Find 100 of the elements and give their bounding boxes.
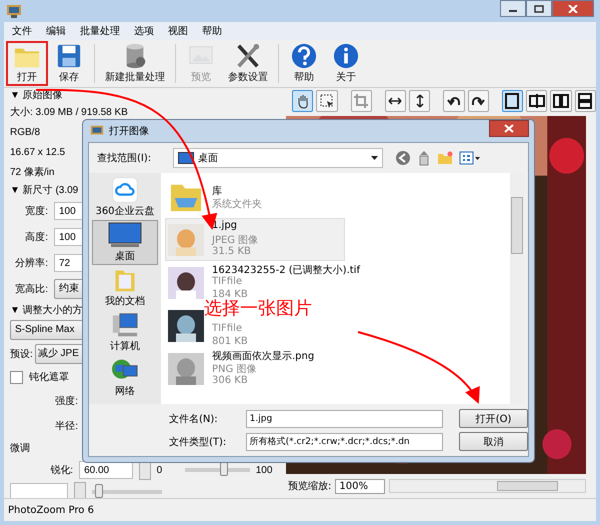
minimize-button[interactable] [500, 0, 526, 17]
zoom-dropdown[interactable]: 100% [335, 478, 385, 494]
help-icon [289, 43, 319, 69]
toolbar-button[interactable]: 关于 [325, 41, 367, 86]
toolbar-button[interactable]: 保存 [48, 41, 90, 86]
up-folder-icon[interactable] [417, 150, 431, 166]
field-label: 文件类型(T): [169, 436, 228, 448]
toolbar-button[interactable]: 帮助 [283, 41, 325, 86]
input-field[interactable]: 60.00 [79, 461, 134, 479]
file-name: 1623423255-2 (已调整大小).tif [212, 264, 360, 276]
close-icon [504, 124, 514, 133]
single-view-icon [504, 93, 520, 109]
dimensions-text: 16.67 x 12.5 [10, 146, 66, 158]
file-type: TIFfile [212, 323, 244, 336]
file-name: 视频画面依次显示.png [212, 350, 314, 362]
caret-icon [371, 156, 378, 160]
split-view-icon [528, 93, 545, 109]
file-size: 31.5 KB [212, 246, 252, 259]
file-size: 801 KB [212, 336, 248, 349]
file-size: 184 KB [212, 289, 249, 300]
menu-item[interactable]: 批量处理 [80, 24, 120, 38]
field-label: 预设: [10, 348, 33, 361]
stacked-view-icon [577, 93, 594, 109]
file-type-dropdown[interactable]: 所有格式(*.cr2;*.crw;*.dcr;*.dcs;*.dn [246, 432, 444, 450]
menu-item[interactable]: 编辑 [46, 24, 66, 38]
monitor-icon [108, 222, 142, 248]
toolbar-button[interactable]: 参数设置 [222, 41, 274, 86]
tool-button[interactable] [574, 90, 596, 112]
field-label: 强度: [54, 394, 78, 408]
file-size-text: 大小: 3.09 MB / 919.58 KB [10, 106, 128, 119]
selection-icon [318, 93, 335, 109]
field-label: 分辨率: [14, 256, 48, 270]
menu-item[interactable]: 选项 [134, 24, 154, 38]
slider-min-label: 0 [156, 464, 164, 476]
slider-thumb[interactable] [220, 462, 228, 476]
tool-button[interactable] [550, 90, 572, 112]
file-item[interactable]: 1.jpg JPEG 图像 31.5 KB [165, 218, 345, 261]
file-name: 库 [212, 184, 223, 196]
back-icon[interactable] [395, 150, 411, 166]
checkbox[interactable] [10, 370, 23, 384]
maximize-button[interactable] [526, 0, 552, 17]
tool-button[interactable] [316, 90, 338, 112]
file-type: PNG 图像 [212, 363, 258, 375]
maximize-icon [534, 4, 544, 12]
close-button[interactable] [552, 0, 594, 17]
tool-button[interactable] [292, 90, 314, 112]
group-label: 微调 [10, 442, 30, 455]
cancel-button[interactable]: 取消 [459, 432, 528, 451]
view-menu-icon[interactable] [459, 151, 481, 165]
field-label: 宽度: [24, 204, 48, 218]
field-label: 宽高比: [14, 282, 48, 296]
field-label: 文件名(N): [169, 412, 219, 426]
section-header[interactable]: ▼ 新尺寸 (3.09 [10, 183, 78, 197]
open-button[interactable]: 打开(O) [459, 409, 528, 428]
tool-button[interactable] [502, 90, 524, 112]
tool-button[interactable] [409, 90, 430, 112]
tool-button[interactable] [384, 90, 406, 112]
annotation-text: 选择一张图片 [204, 300, 312, 318]
toolbar-button[interactable]: 新建批量处理 [99, 41, 171, 86]
scrollbar[interactable] [388, 479, 586, 493]
menu-item[interactable]: 帮助 [202, 24, 222, 38]
tool-button[interactable] [526, 90, 548, 112]
file-item[interactable]: 库 系统文件夹 [165, 175, 345, 218]
info-icon [331, 43, 361, 69]
menu-item[interactable]: 文件 [12, 24, 32, 38]
file-type: 系统文件夹 [212, 198, 262, 210]
checkbox-label: 钝化遮罩 [29, 370, 69, 384]
dialog-title: 打开图像 [109, 124, 149, 138]
file-type: JPEG 图像 [212, 234, 258, 246]
section-header[interactable]: ▼ 原始图像 [10, 88, 63, 102]
monitor-icon [178, 152, 194, 164]
tool-button[interactable] [443, 90, 465, 112]
resolution-text: 72 像素/in [10, 166, 54, 179]
crop-icon [353, 93, 370, 109]
section-header[interactable]: ▼ 调整大小的方 [10, 303, 83, 317]
file-name-field[interactable]: 1.jpg [246, 410, 444, 428]
zoom-label: 预览缩放: [288, 480, 332, 493]
location-dropdown[interactable]: 桌面 [173, 148, 383, 168]
color-mode-text: RGB/8 [10, 126, 40, 138]
status-text: PhotoZoom Pro 6 [8, 504, 94, 516]
slider-thumb[interactable] [95, 484, 103, 498]
file-type: TIFfile [212, 276, 244, 289]
app-icon [6, 3, 22, 19]
field-label: 高度: [24, 230, 48, 244]
field-label: 锐化: [49, 464, 74, 477]
file-name: 1.jpg [212, 220, 238, 233]
tool-button[interactable] [468, 90, 489, 112]
field-label: 半径: [54, 420, 78, 433]
toolbar-button[interactable]: 打开 [6, 41, 48, 86]
place-item[interactable]: 360企业云盘 [92, 175, 158, 220]
place-item[interactable]: 桌面 [92, 220, 158, 265]
slider-max-label: 100 [256, 464, 274, 476]
file-item[interactable]: 视频画面依次显示.png PNG 图像 306 KB [165, 347, 345, 390]
place-item[interactable]: 我的文档 [92, 265, 158, 310]
new-folder-icon[interactable] [437, 151, 453, 165]
side-by-side-icon [553, 93, 570, 109]
input-field[interactable] [10, 483, 68, 498]
menu-item[interactable]: 视图 [168, 24, 188, 38]
close-button[interactable] [489, 120, 529, 137]
field-label: 查找范围(I): [97, 152, 152, 165]
